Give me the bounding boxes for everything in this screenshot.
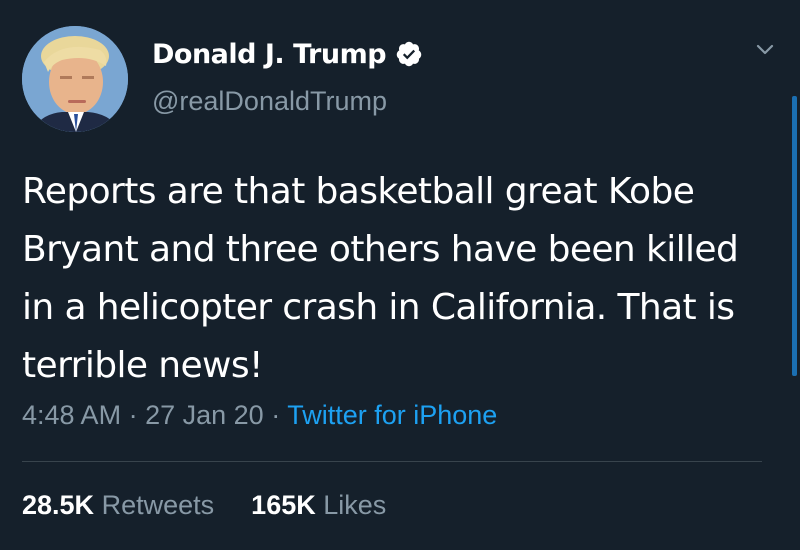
likes-label: Likes [323,490,387,520]
divider [22,461,762,462]
likes-stat[interactable]: 165K Likes [244,490,387,520]
scrollbar[interactable] [792,96,797,376]
avatar[interactable] [22,26,128,132]
tweet-date[interactable]: 27 Jan 20 [145,400,264,430]
retweets-label: Retweets [101,490,215,520]
meta-separator: · [271,400,281,430]
tweet-stats: 28.5K Retweets 165K Likes [22,490,386,521]
author-name-row: Donald J. Trump [152,36,423,72]
chevron-down-icon[interactable] [752,36,778,62]
user-handle[interactable]: @realDonaldTrump [152,86,387,117]
tweet-card: Donald J. Trump @realDonaldTrump Reports… [0,0,800,550]
likes-count: 165K [251,490,316,520]
retweets-count: 28.5K [22,490,95,520]
tweet-text: Reports are that basketball great Kobe B… [22,171,739,386]
tweet-meta: 4:48 AM · 27 Jan 20 · Twitter for iPhone [22,400,497,431]
display-name[interactable]: Donald J. Trump [152,39,387,70]
tweet-time[interactable]: 4:48 AM [22,400,121,430]
meta-separator: · [128,400,138,430]
verified-badge-icon [395,40,423,68]
retweets-stat[interactable]: 28.5K Retweets [22,490,222,520]
tweet-source-link[interactable]: Twitter for iPhone [287,400,497,430]
